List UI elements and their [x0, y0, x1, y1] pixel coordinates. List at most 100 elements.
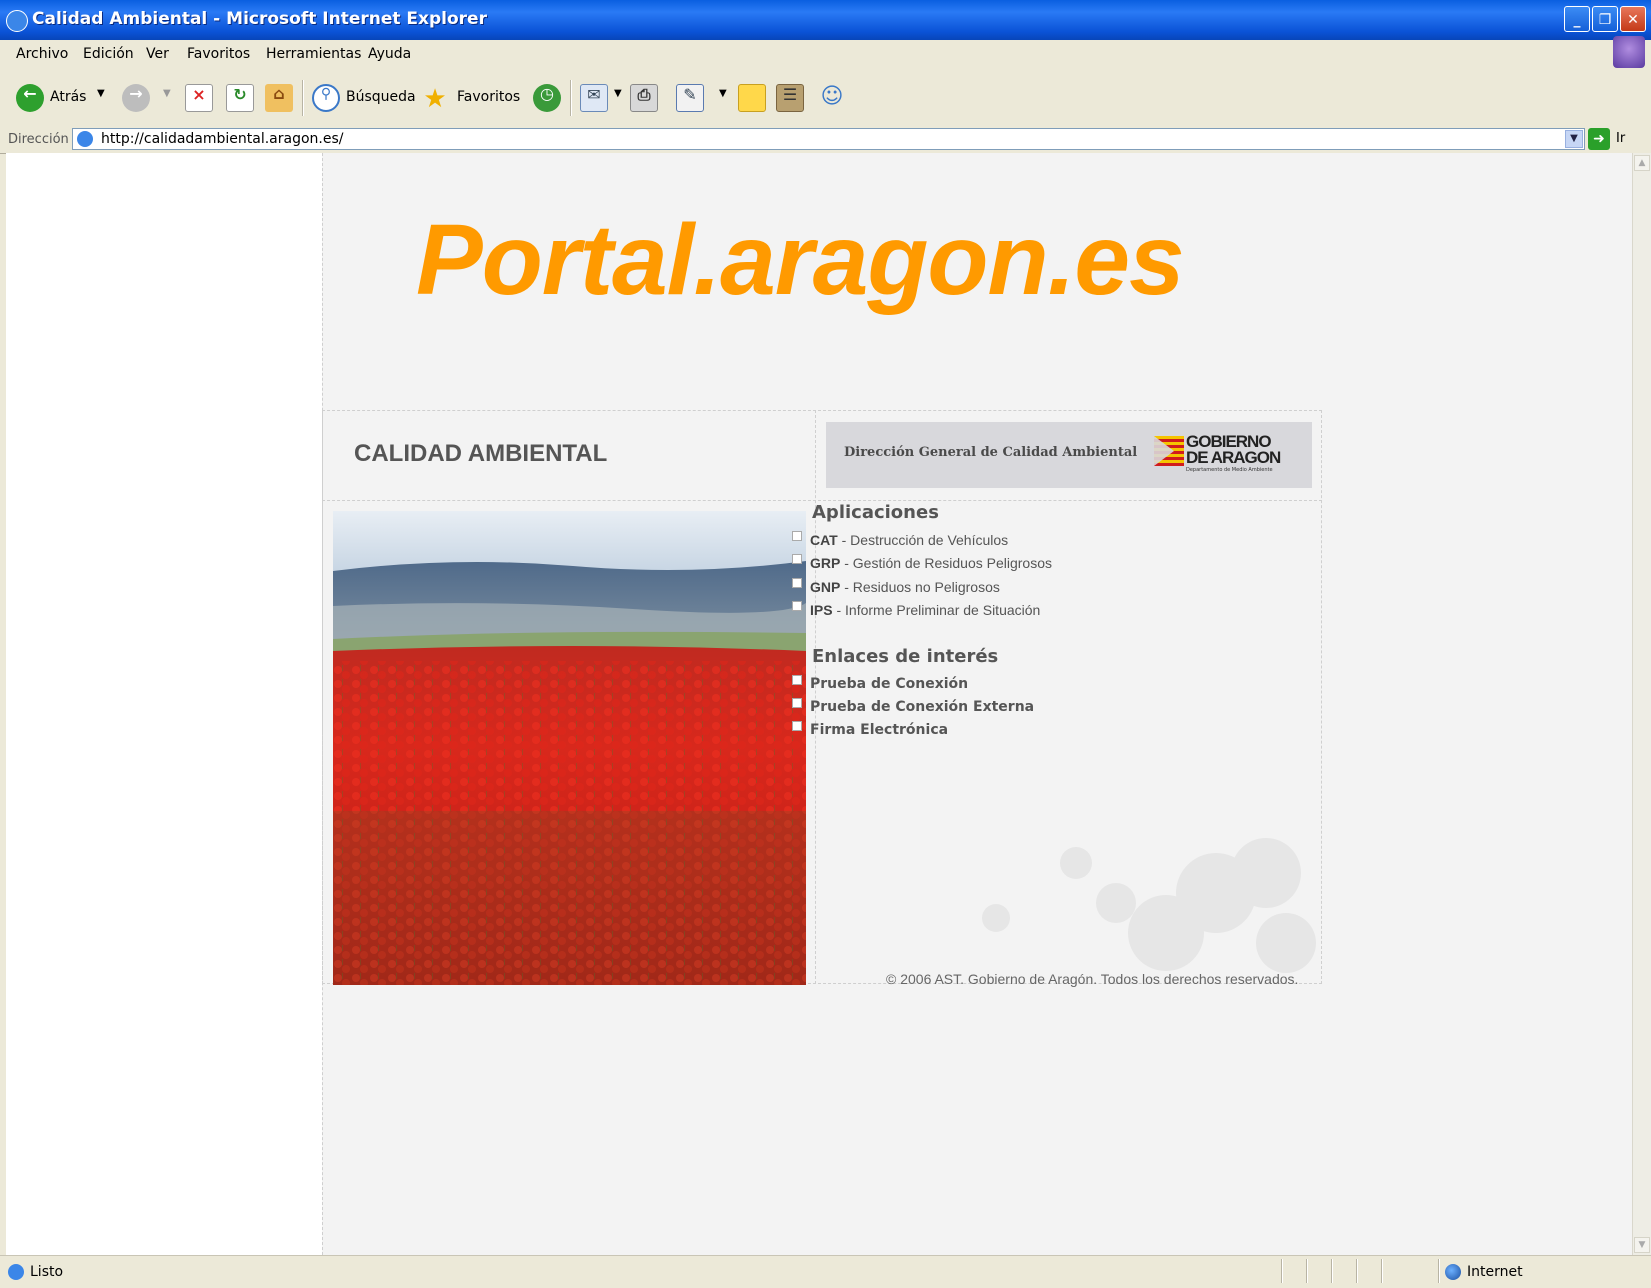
forward-arrow-icon[interactable]: →: [122, 84, 150, 112]
address-bar: Dirección http://calidadambiental.aragon…: [0, 125, 1651, 154]
status-text: Listo: [30, 1264, 64, 1280]
app-label[interactable]: - Informe Preliminar de Situación: [833, 602, 1040, 618]
refresh-icon[interactable]: ↻: [226, 84, 254, 112]
app-item-ips[interactable]: IPS - Informe Preliminar de Situación: [792, 601, 1040, 624]
search-icon[interactable]: ⚲: [312, 84, 340, 112]
stop-icon[interactable]: ×: [185, 84, 213, 112]
scroll-down-icon[interactable]: ▼: [1634, 1237, 1650, 1253]
portal-banner-title: Portal.aragon.es: [416, 204, 1185, 316]
messenger-icon[interactable]: ☺: [818, 84, 846, 112]
address-dropdown-icon[interactable]: ▼: [1565, 130, 1583, 148]
gov-banner-text: Dirección General de Calidad Ambiental: [844, 445, 1138, 460]
checkbox[interactable]: [792, 578, 802, 588]
menu-archivo[interactable]: Archivo: [16, 46, 68, 62]
security-zone-text: Internet: [1467, 1264, 1523, 1280]
menu-favoritos[interactable]: Favoritos: [187, 46, 250, 62]
favorites-star-icon[interactable]: ★: [421, 84, 449, 114]
app-item-cat[interactable]: CAT - Destrucción de Vehículos: [792, 531, 1009, 554]
minimize-button[interactable]: _: [1564, 6, 1590, 32]
scroll-up-icon[interactable]: ▲: [1634, 155, 1650, 171]
menu-edicion[interactable]: Edición: [83, 46, 134, 62]
history-icon[interactable]: ◷: [533, 84, 561, 112]
app-abbr[interactable]: IPS: [810, 602, 833, 618]
copyright-text: © 2006 AST. Gobierno de Aragón. Todos lo…: [886, 971, 1299, 987]
toolbar-separator: [302, 80, 304, 116]
search-button-label[interactable]: Búsqueda: [346, 89, 416, 105]
gov-logo-subtitle: Departamento de Medio Ambiente: [1186, 467, 1273, 473]
section-title: CALIDAD AMBIENTAL: [354, 440, 608, 467]
poppy-field-photo: [333, 511, 806, 985]
menu-bar: Archivo Edición Ver Favoritos Herramient…: [0, 36, 1651, 71]
checkbox[interactable]: [792, 554, 802, 564]
window-title: Calidad Ambiental - Microsoft Internet E…: [32, 9, 487, 29]
app-abbr[interactable]: CAT: [810, 532, 838, 548]
status-divider: [1438, 1259, 1440, 1283]
checkbox[interactable]: [792, 601, 802, 611]
app-label[interactable]: - Gestión de Residuos Peligrosos: [840, 555, 1052, 571]
back-arrow-icon[interactable]: ←: [16, 84, 44, 112]
link-label[interactable]: Prueba de Conexión Externa: [810, 699, 1034, 715]
app-item-grp[interactable]: GRP - Gestión de Residuos Peligrosos: [792, 554, 1052, 577]
back-button-label[interactable]: Atrás: [50, 89, 86, 105]
edit-icon[interactable]: ✎: [676, 84, 704, 112]
checkbox[interactable]: [792, 531, 802, 541]
status-divider: [1331, 1259, 1333, 1283]
status-divider: [1281, 1259, 1283, 1283]
internet-zone-icon: [1445, 1264, 1461, 1280]
links-heading: Enlaces de interés: [812, 646, 999, 667]
restore-button[interactable]: ❐: [1592, 6, 1618, 32]
gov-logo-line2: DE ARAGON: [1186, 448, 1281, 467]
close-button[interactable]: ✕: [1620, 6, 1646, 32]
internet-explorer-icon: [6, 10, 28, 32]
menu-ver[interactable]: Ver: [146, 46, 169, 62]
status-divider: [1306, 1259, 1308, 1283]
foliage-watermark: [982, 838, 1316, 973]
notes-icon[interactable]: [738, 84, 766, 112]
address-input[interactable]: http://calidadambiental.aragon.es/ ▼: [72, 128, 1585, 150]
toolbar: ← Atrás ▼ → ▼ × ↻ ⌂ ⚲ Búsqueda ★ Favorit…: [0, 70, 1651, 126]
link-firma-electronica[interactable]: Firma Electrónica: [792, 721, 948, 744]
forward-dropdown-icon[interactable]: ▼: [163, 88, 171, 99]
back-dropdown-icon[interactable]: ▼: [97, 88, 105, 99]
app-label[interactable]: - Residuos no Peligrosos: [840, 579, 1000, 595]
go-arrow-icon[interactable]: ➜: [1588, 128, 1610, 150]
status-divider: [1356, 1259, 1358, 1283]
mail-dropdown-icon[interactable]: ▼: [614, 88, 622, 99]
windows-logo-icon: [1613, 36, 1645, 68]
browser-viewport[interactable]: Portal.aragon.es CALIDAD AMBIENTAL Direc…: [6, 153, 1632, 1255]
link-prueba-conexion-externa[interactable]: Prueba de Conexión Externa: [792, 698, 1034, 721]
link-label[interactable]: Prueba de Conexión: [810, 676, 968, 692]
research-icon[interactable]: ☰: [776, 84, 804, 112]
window-title-bar[interactable]: Calidad Ambiental - Microsoft Internet E…: [0, 0, 1651, 40]
status-divider: [1381, 1259, 1383, 1283]
status-bar: Listo Internet: [0, 1255, 1651, 1288]
checkbox[interactable]: [792, 721, 802, 731]
page-status-icon: [8, 1264, 24, 1280]
checkbox[interactable]: [792, 675, 802, 685]
page-icon: [77, 131, 93, 147]
menu-herramientas[interactable]: Herramientas: [266, 46, 361, 62]
menu-ayuda[interactable]: Ayuda: [368, 46, 411, 62]
address-label: Dirección: [8, 132, 69, 147]
app-abbr[interactable]: GRP: [810, 555, 840, 571]
app-label[interactable]: - Destrucción de Vehículos: [838, 532, 1009, 548]
toolbar-separator: [570, 80, 572, 116]
applications-heading: Aplicaciones: [812, 502, 939, 523]
home-icon[interactable]: ⌂: [265, 84, 293, 112]
mail-icon[interactable]: ✉: [580, 84, 608, 112]
go-button-label[interactable]: Ir: [1616, 131, 1625, 146]
divider: [322, 500, 1322, 501]
app-item-gnp[interactable]: GNP - Residuos no Peligrosos: [792, 578, 1000, 601]
link-label[interactable]: Firma Electrónica: [810, 722, 948, 738]
aragon-flag-icon: [1154, 436, 1184, 466]
favorites-button-label[interactable]: Favoritos: [457, 89, 520, 105]
print-icon[interactable]: ⎙: [630, 84, 658, 112]
gobierno-aragon-logo[interactable]: GOBIERNO DE ARAGON Departamento de Medio…: [1154, 432, 1294, 476]
gov-banner: Dirección General de Calidad Ambiental G…: [826, 422, 1312, 488]
vertical-scrollbar[interactable]: ▲ ▼: [1632, 153, 1651, 1255]
checkbox[interactable]: [792, 698, 802, 708]
app-abbr[interactable]: GNP: [810, 579, 840, 595]
address-url[interactable]: http://calidadambiental.aragon.es/: [101, 131, 344, 147]
link-prueba-conexion[interactable]: Prueba de Conexión: [792, 675, 968, 698]
edit-dropdown-icon[interactable]: ▼: [719, 88, 727, 99]
